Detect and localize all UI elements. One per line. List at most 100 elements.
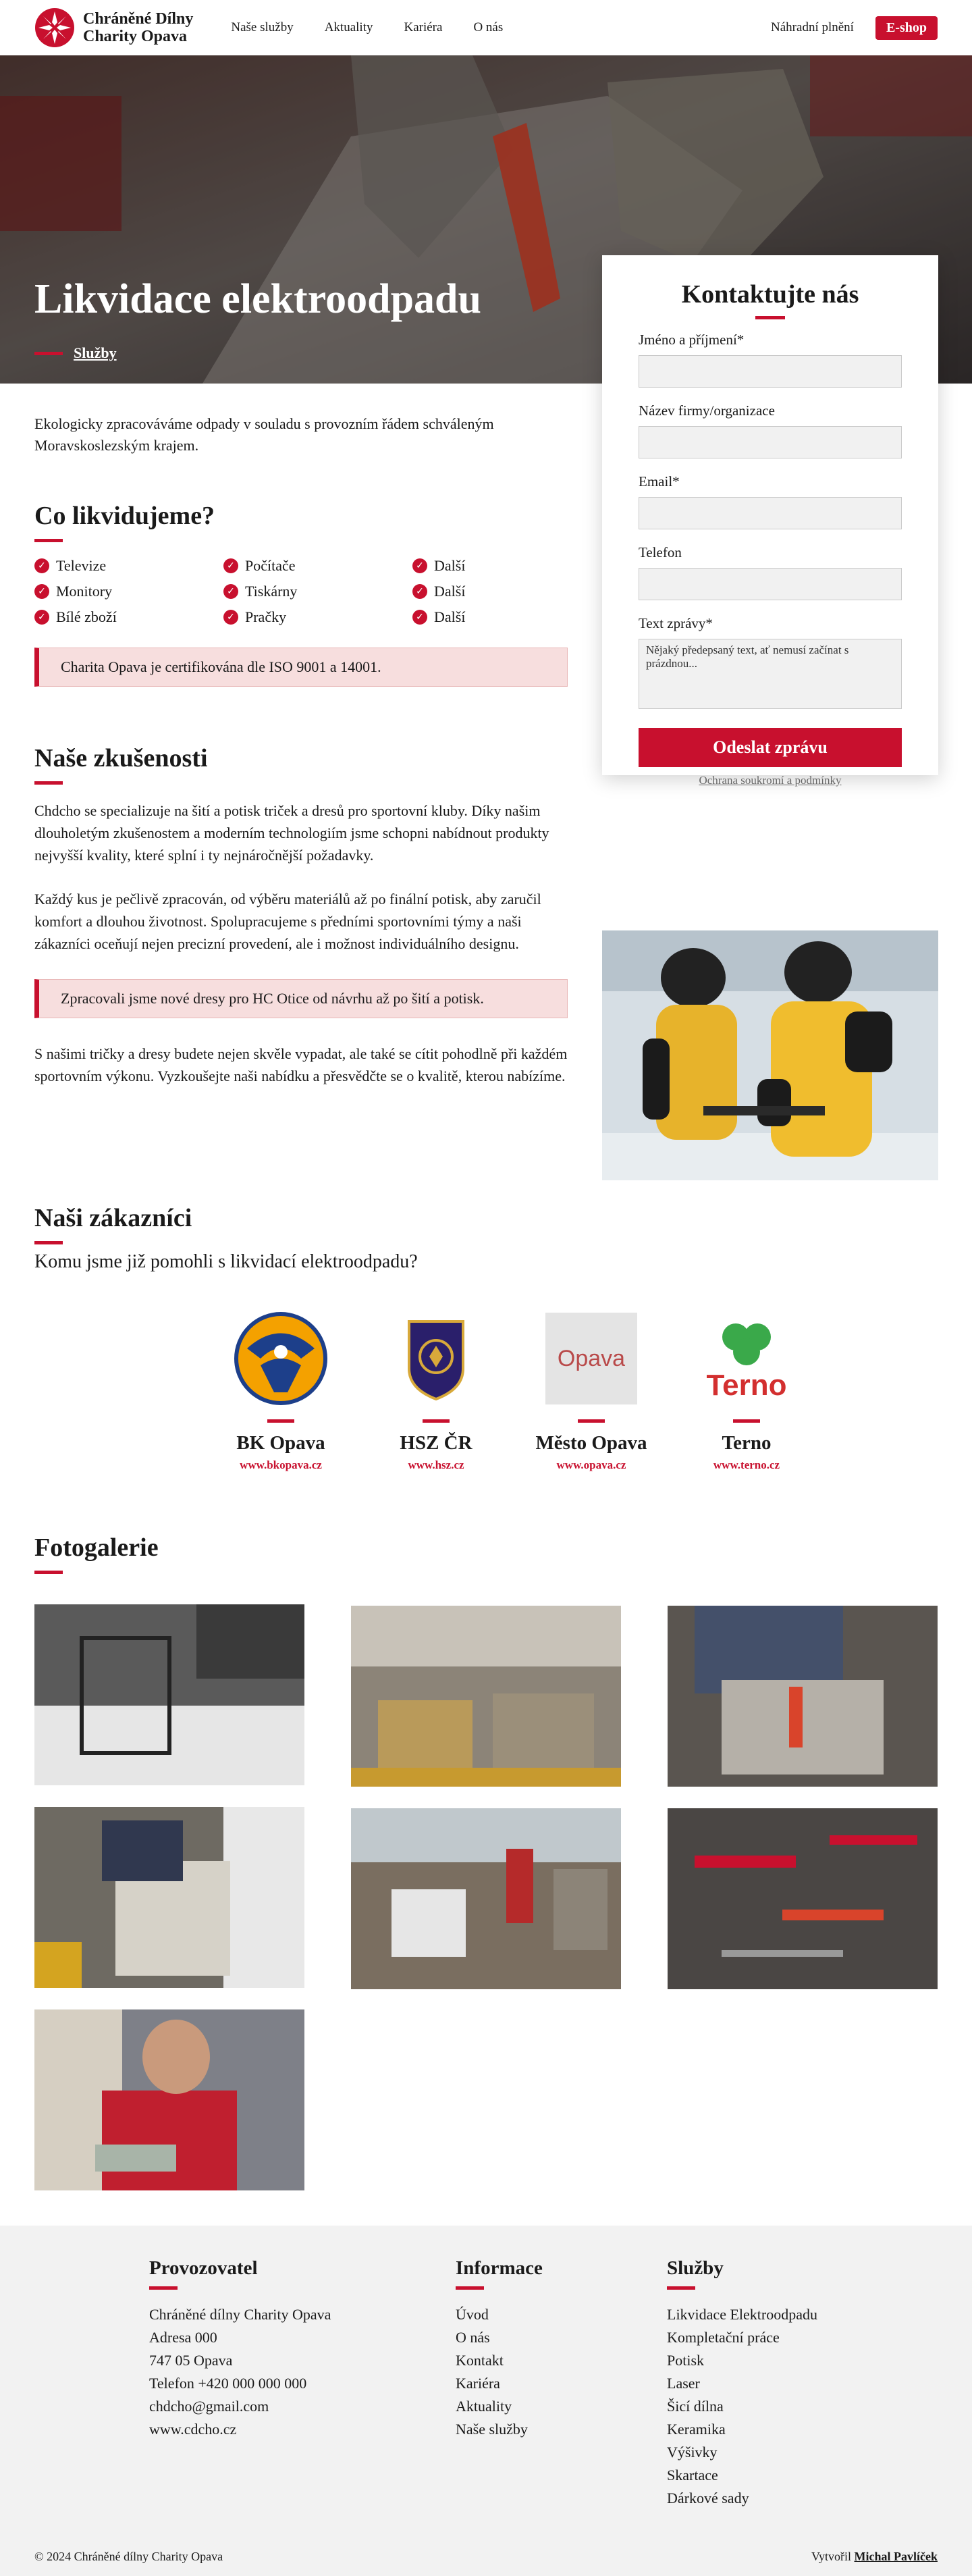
footer-link-service[interactable]: Dárkové sady [667, 2487, 817, 2510]
footer-link-service[interactable]: Výšivky [667, 2441, 817, 2464]
opava-logo-icon: Opava [545, 1313, 637, 1404]
footer-provozovatel: Provozovatel Chráněné dílny Charity Opav… [149, 2257, 331, 2441]
customer-name: BK Opava [236, 1432, 325, 1454]
customer-terno[interactable]: Terno Terno www.terno.cz [669, 1311, 824, 1472]
bk-opava-logo-icon [234, 1312, 327, 1405]
gallery-photo[interactable] [668, 1606, 938, 1787]
footer-link-service[interactable]: Keramika [667, 2418, 817, 2441]
footer-link-service[interactable]: Kompletační práce [667, 2326, 817, 2349]
customer-url[interactable]: www.opava.cz [514, 1458, 669, 1472]
accent-bar [34, 781, 63, 785]
footer-heading: Služby [667, 2257, 724, 2279]
customer-hsz[interactable]: HSZ ČR www.hsz.cz [358, 1311, 514, 1472]
experience-paragraph-2: Každý kus je pečlivě zpracován, od výběr… [34, 891, 541, 952]
credit: Vytvořil Michal Pavlíček [811, 2550, 938, 2563]
list-item: ✓ Další [412, 608, 568, 626]
footer-heading: Provozovatel [149, 2257, 258, 2279]
footer-link-service[interactable]: Šicí dílna [667, 2395, 817, 2418]
copyright: © 2024 Chráněné dílny Charity Opava [34, 2550, 223, 2563]
experience-paragraph-1: Chdcho se specializuje na šití a potisk … [34, 802, 549, 864]
footer-line: 747 05 Opava [149, 2352, 233, 2369]
privacy-link[interactable]: Ochrana soukromí a podmínky [639, 774, 902, 787]
site-footer: Provozovatel Chráněné dílny Charity Opav… [0, 2226, 972, 2576]
gallery-photo[interactable] [34, 1604, 304, 1785]
terno-clover-icon [722, 1323, 771, 1365]
accent-bar [34, 351, 63, 355]
nav-o-nas[interactable]: O nás [473, 20, 503, 35]
credit-link[interactable]: Michal Pavlíček [855, 2550, 938, 2563]
footer-link-uvod[interactable]: Úvod [456, 2303, 543, 2326]
email-field[interactable] [639, 497, 902, 529]
experience-paragraph-3: S našimi tričky a dresy budete nejen skv… [34, 1045, 568, 1084]
page-title: Likvidace elektroodpadu [34, 276, 482, 322]
footer-link-nase-sluzby[interactable]: Naše služby [456, 2418, 543, 2441]
nav-aktuality[interactable]: Aktuality [325, 20, 373, 35]
site-header: Chráněné Dílny Charity Opava Naše služby… [0, 0, 972, 55]
phone-field[interactable] [639, 568, 902, 600]
hsz-logo-icon [408, 1320, 464, 1401]
list-item: ✓ Další [412, 557, 568, 575]
list-item: ✓ Bílé zboží [34, 608, 223, 626]
customers-subtitle: Komu jsme již pomohli s likvidací elektr… [34, 1251, 418, 1272]
nav-nahradni-plneni[interactable]: Náhradní plnění [771, 20, 854, 35]
footer-link-service[interactable]: Skartace [667, 2464, 817, 2487]
accent-bar [733, 1419, 760, 1423]
gallery-photo[interactable] [668, 1808, 938, 1989]
name-field[interactable] [639, 355, 902, 388]
accent-bar [423, 1419, 450, 1423]
footer-link-kariera[interactable]: Kariéra [456, 2372, 543, 2395]
list-item: ✓ Televize [34, 557, 223, 575]
accent-bar [578, 1419, 605, 1423]
list-item: ✓ Tiskárny [223, 583, 412, 600]
accent-bar [267, 1419, 294, 1423]
gallery-photo[interactable] [34, 1807, 304, 1988]
footer-heading: Informace [456, 2257, 543, 2279]
header-actions: Náhradní plnění E-shop [771, 16, 938, 40]
customer-name: Terno [722, 1432, 772, 1454]
logo[interactable]: Chráněné Dílny Charity Opava [34, 7, 193, 48]
eshop-button[interactable]: E-shop [875, 16, 938, 40]
list-item: ✓ Počítače [223, 557, 412, 575]
customer-bk-opava[interactable]: BK Opava www.bkopava.cz [203, 1311, 358, 1472]
customers-title: Naši zákazníci [34, 1204, 192, 1232]
gallery-photo[interactable] [34, 2009, 304, 2190]
gallery-title: Fotogalerie [34, 1533, 159, 1562]
nav-nase-sluzby[interactable]: Naše služby [231, 20, 293, 35]
gallery-header: Fotogalerie [34, 1533, 159, 1589]
footer-informace: Informace Úvod O nás Kontakt Kariéra Akt… [456, 2257, 543, 2441]
footer-link-service[interactable]: Likvidace Elektroodpadu [667, 2303, 817, 2326]
company-field[interactable] [639, 426, 902, 458]
hockey-players-photo [602, 930, 938, 1180]
company-label: Název firmy/organizace [639, 402, 775, 419]
footer-link-service[interactable]: Potisk [667, 2349, 817, 2372]
iso-callout: Charita Opava je certifikována dle ISO 9… [34, 648, 568, 687]
breadcrumb: Služby [34, 344, 117, 362]
intro-text: Ekologicky zpracováváme odpady v souladu… [34, 415, 494, 454]
message-textarea[interactable]: Nějaký předepsaný text, ať nemusí začína… [639, 639, 902, 709]
customer-url[interactable]: www.hsz.cz [358, 1458, 514, 1472]
nav-kariera[interactable]: Kariéra [404, 20, 442, 35]
customer-url[interactable]: www.terno.cz [669, 1458, 824, 1472]
customer-mesto-opava[interactable]: Opava Město Opava www.opava.cz [514, 1311, 669, 1472]
customer-url[interactable]: www.bkopava.cz [203, 1458, 358, 1472]
breadcrumb-sluzby[interactable]: Služby [74, 344, 117, 362]
check-icon: ✓ [412, 584, 427, 599]
footer-web[interactable]: www.cdcho.cz [149, 2418, 331, 2441]
footer-link-o-nas[interactable]: O nás [456, 2326, 543, 2349]
footer-link-aktuality[interactable]: Aktuality [456, 2395, 543, 2418]
check-icon: ✓ [223, 558, 238, 573]
gallery-photo[interactable] [351, 1606, 621, 1787]
contact-form: Kontaktujte nás Jméno a příjmení* Název … [602, 255, 938, 787]
customer-name: HSZ ČR [400, 1432, 473, 1454]
footer-email[interactable]: chdcho@gmail.com [149, 2395, 331, 2418]
footer-link-kontakt[interactable]: Kontakt [456, 2349, 543, 2372]
main-nav: Naše služby Aktuality Kariéra O nás [231, 20, 503, 35]
list-item: ✓ Pračky [223, 608, 412, 626]
footer-line: Chráněné dílny Charity Opava [149, 2306, 331, 2323]
accent-bar [755, 316, 785, 319]
gallery-photo[interactable] [351, 1808, 621, 1989]
dresy-callout: Zpracovali jsme nové dresy pro HC Otice … [34, 979, 568, 1018]
name-label: Jméno a příjmení* [639, 332, 745, 348]
submit-button[interactable]: Odeslat zprávu [639, 728, 902, 767]
footer-link-service[interactable]: Laser [667, 2372, 817, 2395]
